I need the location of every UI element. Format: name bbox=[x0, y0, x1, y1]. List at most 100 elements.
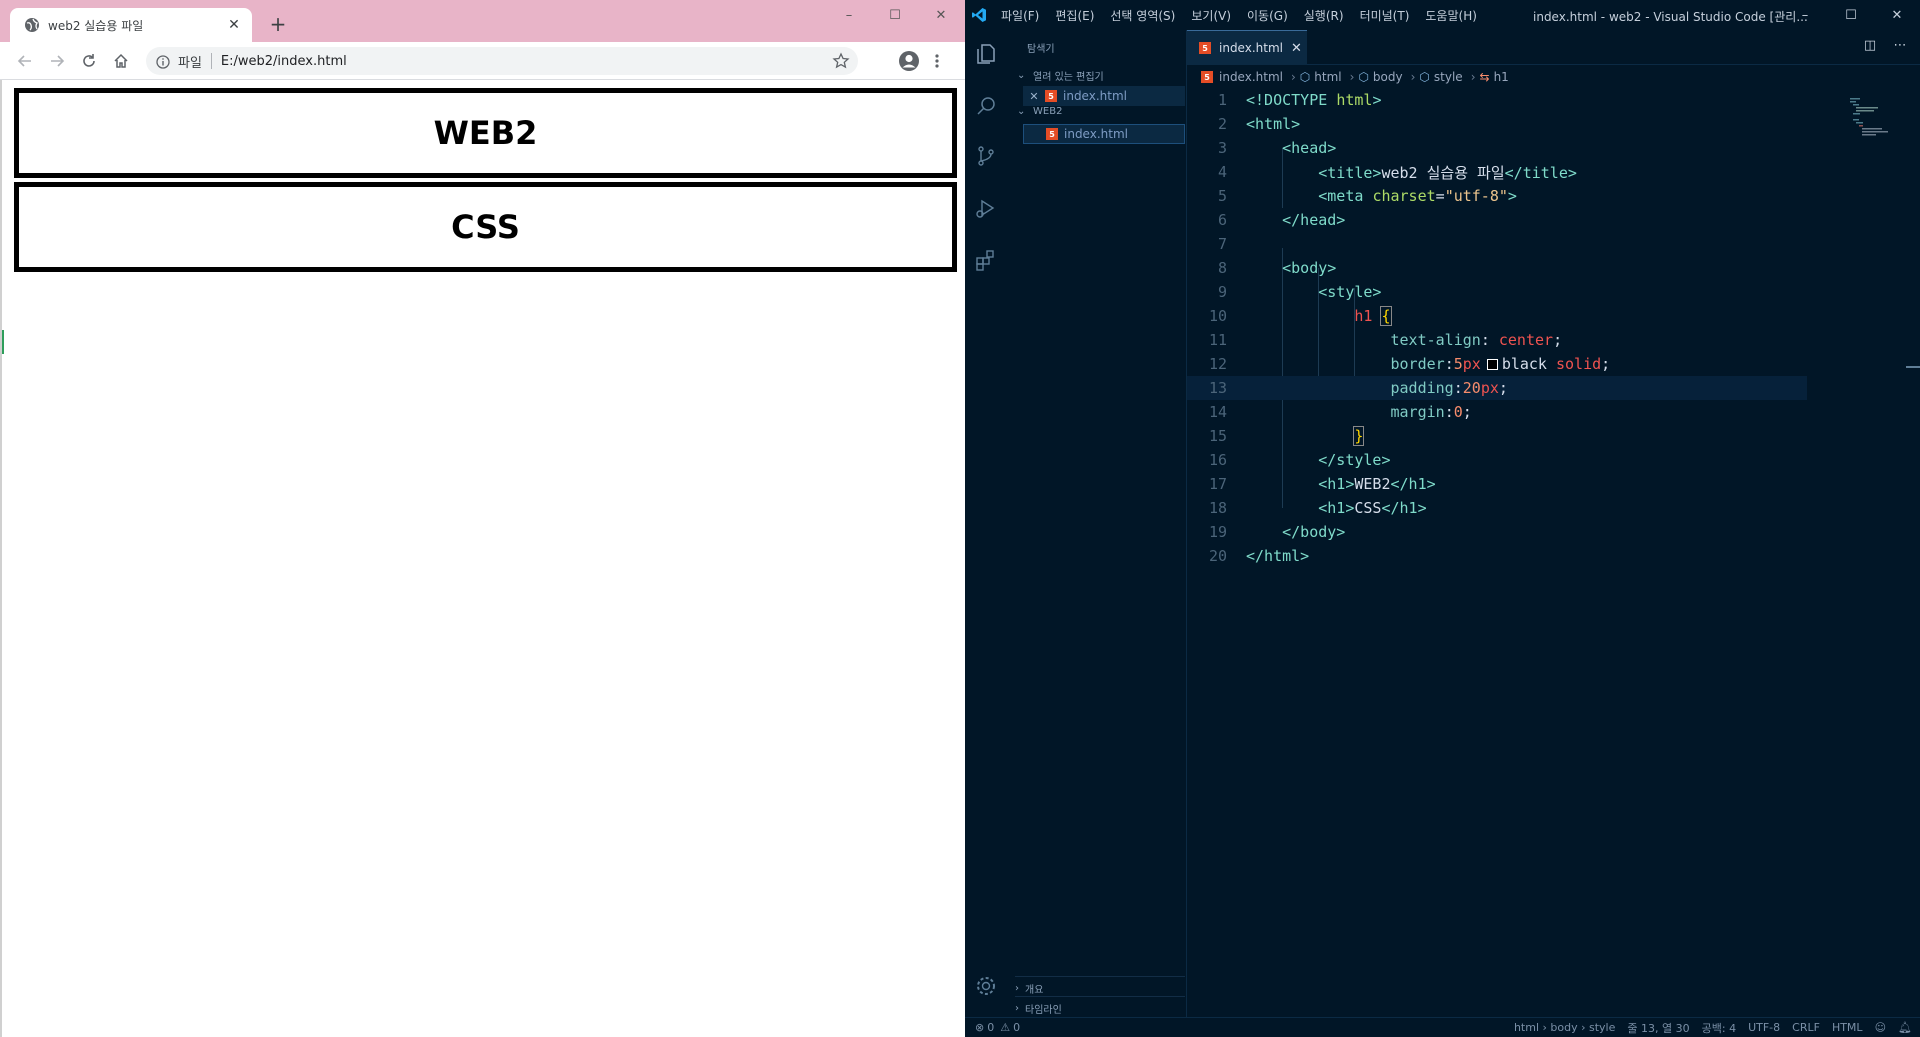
minimize-button[interactable]: – bbox=[826, 0, 872, 30]
code-editor[interactable]: 1 <!DOCTYPE html> 2 <html> 3 <head> 4 <t… bbox=[1187, 88, 1920, 1017]
forward-arrow-icon[interactable] bbox=[46, 50, 68, 72]
menu-selection[interactable]: 선택 영역(S) bbox=[1110, 7, 1175, 24]
close-icon[interactable]: ✕ bbox=[1027, 90, 1041, 103]
open-editor-item[interactable]: ✕ 5 index.html bbox=[1023, 86, 1185, 106]
chevron-right-icon: › bbox=[1349, 70, 1355, 84]
code-token: : bbox=[1453, 379, 1463, 397]
menu-edit[interactable]: 편집(E) bbox=[1055, 7, 1094, 24]
new-tab-button[interactable]: + bbox=[266, 12, 290, 36]
vscode-window: 파일(F) 편집(E) 선택 영역(S) 보기(V) 이동(G) 실행(R) 터… bbox=[965, 0, 1920, 1037]
outline-label: 개요 bbox=[1025, 985, 1044, 996]
breadcrumb-html[interactable]: ⬡ html bbox=[1300, 70, 1342, 84]
globe-icon bbox=[24, 17, 40, 33]
code-token: border bbox=[1390, 355, 1445, 373]
breadcrumb-style[interactable]: ⬡ style bbox=[1419, 70, 1462, 84]
explorer-files-icon[interactable] bbox=[974, 42, 998, 66]
code-token: ; bbox=[1498, 379, 1508, 397]
problems-indicator[interactable]: ⊗ 0 ⚠ 0 bbox=[975, 1021, 1020, 1034]
folder-filename: index.html bbox=[1064, 127, 1128, 141]
profile-avatar-icon[interactable] bbox=[898, 50, 920, 72]
editor-tabs: 5 index.html ✕ ◫ ⋯ bbox=[1187, 30, 1920, 65]
browser-tab[interactable]: web2 실습용 파일 ✕ bbox=[10, 8, 252, 42]
color-swatch-icon[interactable] bbox=[1486, 359, 1498, 370]
reload-icon[interactable] bbox=[78, 50, 100, 72]
status-indentation[interactable]: 공백: 4 bbox=[1702, 1020, 1736, 1036]
tab-title: web2 실습용 파일 bbox=[48, 18, 144, 33]
code-token: center bbox=[1498, 331, 1554, 349]
vscode-titlebar: 파일(F) 편집(E) 선택 영역(S) 보기(V) 이동(G) 실행(R) 터… bbox=[965, 0, 1920, 30]
html-file-icon: 5 bbox=[1199, 42, 1211, 54]
minimap[interactable] bbox=[1850, 98, 1908, 138]
status-language[interactable]: HTML bbox=[1832, 1021, 1863, 1034]
open-editors-label: 열려 있는 편집기 bbox=[1033, 72, 1104, 83]
code-line: 2 <html> bbox=[1187, 112, 1807, 136]
feedback-icon[interactable]: ☺ bbox=[1875, 1021, 1886, 1034]
info-icon[interactable] bbox=[156, 54, 170, 69]
explorer-title: 탐색기 bbox=[1027, 44, 1055, 55]
vscode-minimize-button[interactable]: – bbox=[1782, 0, 1828, 30]
search-icon[interactable] bbox=[974, 94, 998, 118]
folder-section[interactable]: ⌄ WEB2 bbox=[1017, 106, 1062, 117]
extensions-icon[interactable] bbox=[974, 248, 998, 272]
timeline-section[interactable]: › 타임라인 bbox=[1015, 996, 1185, 1016]
element-cube-icon: ⬡ bbox=[1419, 70, 1430, 84]
open-editors-section[interactable]: ⌄ 열려 있는 편집기 bbox=[1017, 68, 1104, 83]
menu-terminal[interactable]: 터미널(T) bbox=[1360, 7, 1410, 24]
html-file-icon: 5 bbox=[1201, 71, 1213, 83]
explorer-sidebar: 탐색기 ⌄ 열려 있는 편집기 ✕ 5 index.html ⌄ WEB2 5 … bbox=[1007, 30, 1187, 1017]
code-token: : bbox=[1480, 331, 1490, 349]
menu-run[interactable]: 실행(R) bbox=[1304, 7, 1344, 24]
split-editor-icon[interactable]: ◫ bbox=[1862, 38, 1878, 54]
breadcrumb-body[interactable]: ⬡ body bbox=[1358, 70, 1402, 84]
more-menu-icon[interactable] bbox=[932, 51, 942, 71]
code-line: 9 <style> bbox=[1187, 280, 1807, 304]
vscode-close-button[interactable]: ✕ bbox=[1874, 0, 1920, 30]
code-line: 7 bbox=[1187, 232, 1807, 256]
omnibox-divider bbox=[210, 53, 212, 69]
code-token: text-align bbox=[1390, 331, 1481, 349]
menu-help[interactable]: 도움말(H) bbox=[1425, 7, 1477, 24]
line-number: 5 bbox=[1217, 187, 1227, 205]
breadcrumb-h1[interactable]: ⇆ h1 bbox=[1480, 70, 1509, 84]
folder-file-item[interactable]: 5 index.html bbox=[1023, 124, 1185, 144]
editor-tab-index[interactable]: 5 index.html ✕ bbox=[1187, 30, 1307, 65]
code-token: <h1> bbox=[1318, 475, 1355, 493]
window-title: index.html - web2 - Visual Studio Code [… bbox=[1533, 10, 1808, 24]
code-token: px bbox=[1462, 355, 1481, 373]
source-control-icon[interactable] bbox=[974, 144, 998, 168]
line-number: 9 bbox=[1217, 283, 1227, 301]
menu-file[interactable]: 파일(F) bbox=[1001, 7, 1039, 24]
code-token: solid bbox=[1556, 355, 1602, 373]
close-window-button[interactable]: ✕ bbox=[918, 0, 964, 30]
home-icon[interactable] bbox=[110, 50, 132, 72]
outline-section[interactable]: › 개요 bbox=[1015, 976, 1185, 996]
bookmark-star-icon[interactable] bbox=[832, 52, 850, 70]
settings-gear-icon[interactable] bbox=[974, 974, 998, 998]
status-cursor-position[interactable]: 줄 13, 열 30 bbox=[1627, 1020, 1689, 1036]
vscode-maximize-button[interactable]: ☐ bbox=[1828, 0, 1874, 30]
selector-icon: ⇆ bbox=[1479, 70, 1490, 84]
address-bar[interactable]: 파일 E:/web2/index.html bbox=[146, 47, 858, 75]
chevron-right-icon: › bbox=[1015, 1003, 1019, 1014]
status-encoding[interactable]: UTF-8 bbox=[1748, 1021, 1780, 1034]
line-number: 7 bbox=[1217, 235, 1227, 253]
run-debug-icon[interactable] bbox=[974, 196, 998, 220]
code-line: 6 </head> bbox=[1187, 208, 1807, 232]
bell-icon[interactable]: 🔔︎ bbox=[1898, 1021, 1912, 1034]
status-path[interactable]: html › body › style bbox=[1514, 1021, 1615, 1034]
scroll-position-marker[interactable] bbox=[1906, 366, 1920, 368]
breadcrumb-file[interactable]: 5 index.html bbox=[1201, 70, 1283, 84]
menu-go[interactable]: 이동(G) bbox=[1247, 7, 1288, 24]
code-token: CSS bbox=[1354, 499, 1382, 517]
tab-close-icon[interactable]: ✕ bbox=[1291, 41, 1302, 56]
line-number: 8 bbox=[1217, 259, 1227, 277]
menu-view[interactable]: 보기(V) bbox=[1191, 7, 1231, 24]
tab-close-icon[interactable]: ✕ bbox=[226, 17, 242, 33]
back-arrow-icon[interactable] bbox=[14, 50, 36, 72]
line-number: 4 bbox=[1217, 163, 1227, 181]
url-text[interactable]: E:/web2/index.html bbox=[221, 54, 832, 69]
maximize-button[interactable]: ☐ bbox=[872, 0, 918, 30]
code-token: web2 실습용 파일 bbox=[1381, 163, 1505, 182]
status-eol[interactable]: CRLF bbox=[1792, 1021, 1820, 1034]
more-actions-icon[interactable]: ⋯ bbox=[1892, 38, 1908, 54]
